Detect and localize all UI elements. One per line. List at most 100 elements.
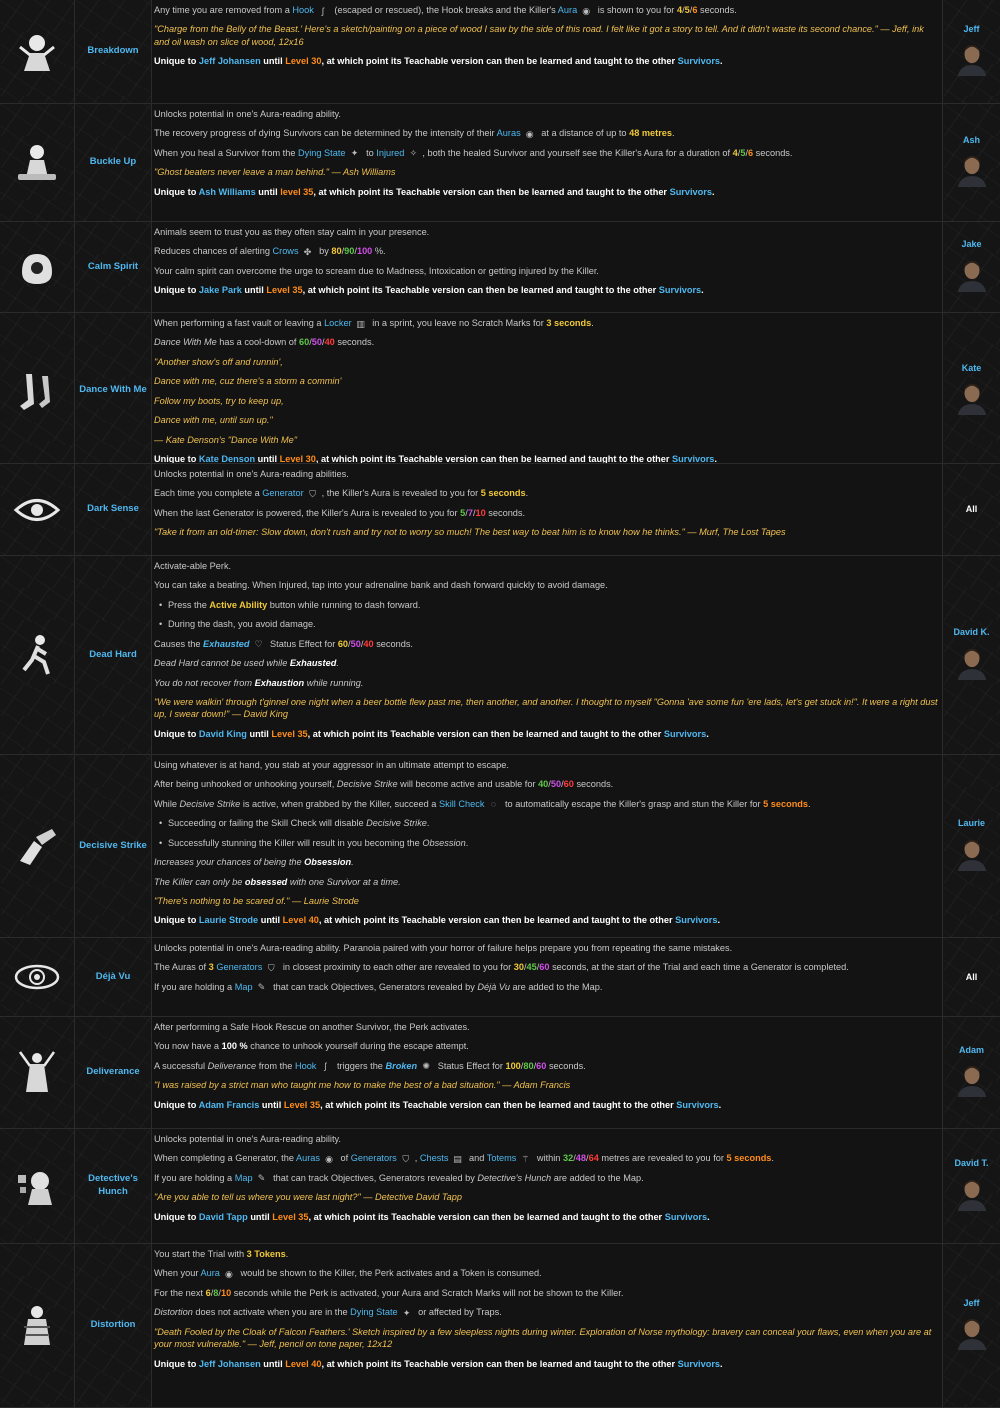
character-name[interactable]: Jake (961, 238, 981, 250)
description-text: 40 (363, 638, 374, 649)
character-portrait[interactable] (955, 833, 989, 875)
wiki-link[interactable]: Survivors (676, 1100, 718, 1110)
perk-name-link[interactable]: Breakdown (75, 0, 152, 103)
wiki-link[interactable]: Generators (216, 962, 262, 972)
wiki-link[interactable]: Aura (558, 5, 577, 15)
character-name[interactable]: Jeff (963, 1297, 979, 1309)
wiki-link[interactable]: Hook (292, 5, 313, 15)
description-line-normal: Any time you are removed from a Hook ʃ (e… (154, 4, 938, 16)
character-cell[interactable]: Jeff (942, 1244, 1000, 1407)
description-line-normal: Distortion does not activate when you ar… (154, 1306, 938, 1318)
wiki-link[interactable]: Adam Francis (199, 1100, 260, 1110)
description-text: Activate-able Perk. (154, 561, 232, 571)
wiki-link[interactable]: Survivors (672, 454, 714, 463)
description-text: You can take a beating. When Injured, ta… (154, 580, 608, 591)
wiki-link[interactable]: Kate Denson (199, 454, 255, 463)
wiki-link[interactable]: Survivors (678, 56, 720, 66)
wiki-link[interactable]: Dying State (298, 148, 346, 158)
character-cell[interactable]: David K. (942, 556, 1000, 754)
perk-name-link[interactable]: Deliverance (75, 1017, 152, 1128)
wiki-link[interactable]: Survivors (678, 1359, 720, 1369)
wiki-link[interactable]: Chests (420, 1153, 449, 1163)
wiki-link[interactable]: Dying State (350, 1307, 398, 1317)
perk-description: Unlocks potential in one's Aura-reading … (152, 1129, 942, 1243)
description-text: seconds while the Perk is activated, you… (231, 1287, 624, 1298)
character-name[interactable]: Ash (963, 134, 980, 146)
wiki-link[interactable]: Generator (262, 488, 303, 498)
wiki-link[interactable]: Ash Williams (199, 187, 256, 197)
wiki-link[interactable]: David King (199, 729, 247, 739)
wiki-link[interactable]: Survivors (664, 729, 706, 739)
character-portrait[interactable] (955, 149, 989, 191)
description-text: "Death Fooled by the Cloak of Falcon Fea… (154, 1326, 932, 1350)
description-text: seconds. (546, 1060, 586, 1071)
perk-name-link[interactable]: Dark Sense (75, 464, 152, 555)
character-portrait[interactable] (955, 254, 989, 296)
perk-name-link[interactable]: Calm Spirit (75, 222, 152, 312)
character-portrait[interactable] (955, 1312, 989, 1354)
perk-name-link[interactable]: Dead Hard (75, 556, 152, 754)
description-text: If you are holding a (154, 981, 235, 992)
character-name[interactable]: Adam (959, 1044, 984, 1056)
description-text: Unlocks potential in one's Aura-reading … (154, 943, 733, 953)
generator-icon: ⛉ (309, 488, 317, 499)
character-name[interactable]: David K. (953, 626, 989, 638)
wiki-link[interactable]: David Tapp (199, 1212, 248, 1222)
perk-name-link[interactable]: Decisive Strike (75, 755, 152, 937)
perk-row: Déjà Vu Unlocks potential in one's Aura-r… (0, 938, 1000, 1017)
description-text: , at which point its Teachable version c… (302, 285, 659, 296)
perk-name-link[interactable]: Distortion (75, 1244, 152, 1407)
description-text: You do not recover from (154, 677, 255, 688)
character-cell[interactable]: Laurie (942, 755, 1000, 937)
description-text: Status Effect for (267, 638, 338, 649)
detectives-hunch-perk-icon (18, 1172, 52, 1205)
character-name[interactable]: David T. (954, 1157, 988, 1169)
wiki-link[interactable]: Survivors (670, 187, 712, 197)
character-portrait[interactable] (955, 38, 989, 80)
wiki-link[interactable]: Laurie Strode (199, 915, 258, 925)
wiki-link[interactable]: Generators (351, 1153, 397, 1163)
wiki-link[interactable]: Map (235, 982, 253, 992)
character-portrait[interactable] (955, 377, 989, 419)
aura-icon: ◉ (224, 1268, 233, 1279)
skill-check-icon: ◌ (490, 799, 497, 810)
description-text: "Take it from an old-timer: Slow down, d… (154, 527, 786, 538)
wiki-link[interactable]: Locker (324, 318, 352, 328)
character-portrait[interactable] (955, 1173, 989, 1215)
wiki-link[interactable]: Aura (200, 1268, 219, 1278)
character-cell[interactable]: Jake (942, 222, 1000, 312)
wiki-link[interactable]: Jeff Johansen (199, 1359, 261, 1369)
wiki-link[interactable]: Jake Park (199, 285, 242, 295)
wiki-link[interactable]: Jeff Johansen (199, 56, 261, 66)
character-name[interactable]: Jeff (963, 23, 979, 35)
perk-name-link[interactable]: Detective's Hunch (75, 1129, 152, 1243)
wiki-link[interactable]: Injured (376, 148, 404, 158)
wiki-link[interactable]: Crows (273, 246, 299, 256)
character-cell[interactable]: Jeff (942, 0, 1000, 103)
description-line-unique: Unique to David King until Level 35, at … (154, 728, 938, 740)
wiki-link[interactable]: Auras (497, 128, 521, 138)
perk-name-link[interactable]: Déjà Vu (75, 938, 152, 1016)
character-portrait[interactable] (955, 642, 989, 684)
character-cell[interactable]: Ash (942, 104, 1000, 221)
perk-name-link[interactable]: Dance With Me (75, 313, 152, 463)
character-cell[interactable]: Adam (942, 1017, 1000, 1128)
wiki-link[interactable]: Survivors (659, 285, 701, 295)
wiki-link[interactable]: Auras (296, 1153, 320, 1163)
wiki-link[interactable]: Survivors (665, 1212, 707, 1222)
character-name[interactable]: Laurie (958, 817, 985, 829)
wiki-link[interactable]: Survivors (675, 915, 717, 925)
description-text: Level 30 (285, 56, 322, 67)
perk-name-link[interactable]: Buckle Up (75, 104, 152, 221)
character-cell[interactable]: Kate (942, 313, 1000, 463)
description-text: Animals seem to trust you as they often … (154, 227, 430, 237)
character-name[interactable]: Kate (962, 362, 982, 374)
description-text: 90 (344, 246, 355, 257)
wiki-link[interactable]: Totems (487, 1153, 517, 1163)
description-text: within (534, 1153, 563, 1164)
wiki-link[interactable]: Hook (295, 1061, 316, 1071)
wiki-link[interactable]: Map (235, 1173, 253, 1183)
character-portrait[interactable] (955, 1059, 989, 1101)
wiki-link[interactable]: Skill Check (439, 799, 484, 809)
character-cell[interactable]: David T. (942, 1129, 1000, 1243)
